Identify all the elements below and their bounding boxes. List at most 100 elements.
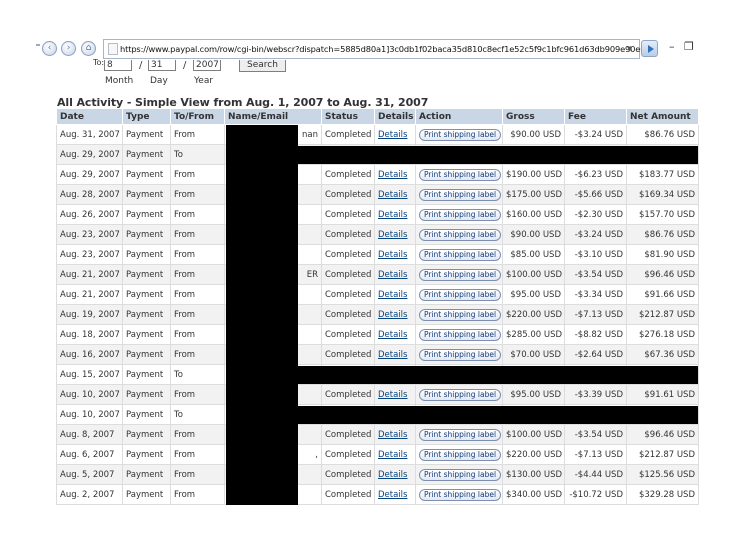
net-column-cell: $96.46 USD [626, 424, 699, 445]
back-arrow-icon[interactable]: ‹ [42, 41, 57, 56]
type-cell: Payment [126, 289, 164, 300]
fee-column-cell: -$5.66 USD [564, 184, 627, 205]
details-link[interactable]: Details [378, 170, 407, 180]
details-link[interactable]: Details [378, 490, 407, 500]
chevron-down-icon[interactable]: ▼ [627, 45, 632, 53]
details-link[interactable]: Details [378, 450, 407, 460]
column-header[interactable]: Date [56, 108, 123, 125]
print-shipping-label-button[interactable]: Print shipping label [419, 448, 502, 461]
column-header[interactable]: Type [122, 108, 171, 125]
column-header[interactable]: Net Amount [626, 108, 699, 125]
print-shipping-label-button[interactable]: Print shipping label [419, 188, 502, 201]
type-column-cell: Payment [122, 464, 171, 485]
net-amount-cell: $91.66 USD [644, 289, 695, 300]
date-column-cell: Aug. 28, 2007 [56, 184, 123, 205]
date-column-cell: Aug. 21, 2007 [56, 284, 123, 305]
page-icon [108, 43, 118, 55]
minimize-icon[interactable]: – [669, 40, 675, 53]
fee-column-cell: -$7.13 USD [564, 304, 627, 325]
month-input[interactable]: 8 [104, 60, 132, 71]
status-column-cell: Completed [321, 464, 375, 485]
print-shipping-label-button[interactable]: Print shipping label [419, 488, 502, 501]
restore-icon[interactable]: ❐ [684, 40, 694, 53]
gross-column-cell: $95.00 USD [502, 284, 565, 305]
print-shipping-label-button[interactable]: Print shipping label [419, 168, 502, 181]
column-header[interactable]: Status [321, 108, 375, 125]
fee-column-cell: -$3.24 USD [564, 124, 627, 145]
fee-cell: -$2.30 USD [574, 209, 623, 220]
tofrom-cell: From [174, 189, 196, 200]
status-cell: Completed [325, 489, 372, 500]
fee-cell: -$6.23 USD [574, 169, 623, 180]
column-header[interactable]: Gross [502, 108, 565, 125]
net-amount-cell: $81.90 USD [644, 249, 695, 260]
day-input[interactable]: 31 [148, 60, 176, 71]
gross-column-cell: $340.00 USD [502, 484, 565, 505]
tofrom-column-cell: From [170, 164, 225, 185]
action-column-cell: Print shipping label [415, 124, 503, 145]
tofrom-cell: From [174, 289, 196, 300]
tofrom-column-cell: From [170, 464, 225, 485]
details-link[interactable]: Details [378, 470, 407, 480]
address-bar[interactable]: https://www.paypal.com/row/cgi-bin/websc… [103, 39, 653, 59]
to-date-label: To: [93, 58, 105, 67]
status-cell: Completed [325, 189, 372, 200]
print-shipping-label-button[interactable]: Print shipping label [419, 128, 502, 141]
type-column-cell: Payment [122, 164, 171, 185]
print-shipping-label-button[interactable]: Print shipping label [419, 288, 502, 301]
print-shipping-label-button[interactable]: Print shipping label [419, 468, 502, 481]
print-shipping-label-button[interactable]: Print shipping label [419, 308, 502, 321]
type-column-cell: Payment [122, 384, 171, 405]
print-shipping-label-button[interactable]: Print shipping label [419, 268, 502, 281]
year-input[interactable]: 2007 [193, 60, 221, 71]
tofrom-cell: From [174, 329, 196, 340]
home-icon[interactable]: ⌂ [81, 41, 96, 56]
status-cell: Completed [325, 349, 372, 360]
tofrom-column-cell: From [170, 424, 225, 445]
print-shipping-label-button[interactable]: Print shipping label [419, 328, 502, 341]
type-cell: Payment [126, 329, 164, 340]
type-column-cell: Payment [122, 204, 171, 225]
table-row: Aug. 10, 2007 Payment From Completed Details… [56, 384, 699, 405]
details-link[interactable]: Details [378, 130, 407, 140]
details-link[interactable]: Details [378, 330, 407, 340]
print-shipping-label-button[interactable]: Print shipping label [419, 428, 502, 441]
action-column-cell: Print shipping label [415, 264, 503, 285]
details-link[interactable]: Details [378, 390, 407, 400]
print-shipping-label-button[interactable]: Print shipping label [419, 228, 502, 241]
details-link[interactable]: Details [378, 190, 407, 200]
details-link[interactable]: Details [378, 310, 407, 320]
table-row: Aug. 23, 2007 Payment From Completed Details… [56, 224, 699, 245]
date-column-cell: Aug. 15, 2007 [56, 364, 123, 385]
details-link[interactable]: Details [378, 270, 407, 280]
details-link[interactable]: Details [378, 230, 407, 240]
details-link[interactable]: Details [378, 290, 407, 300]
column-header[interactable]: Fee [564, 108, 627, 125]
status-column-cell: Completed [321, 424, 375, 445]
print-shipping-label-button[interactable]: Print shipping label [419, 388, 502, 401]
details-link[interactable]: Details [378, 210, 407, 220]
gross-column-cell: $190.00 USD [502, 164, 565, 185]
print-shipping-label-button[interactable]: Print shipping label [419, 348, 502, 361]
details-link[interactable]: Details [378, 350, 407, 360]
type-cell: Payment [126, 249, 164, 260]
column-header[interactable]: To/From [170, 108, 225, 125]
details-column-cell: Details [374, 244, 416, 265]
action-column-cell: Print shipping label [415, 224, 503, 245]
gross-cell: $130.00 USD [506, 469, 563, 480]
fee-column-cell: -$10.72 USD [564, 484, 627, 505]
details-link[interactable]: Details [378, 250, 407, 260]
column-header[interactable]: Name/Email [224, 108, 322, 125]
gross-column-cell: $100.00 USD [502, 264, 565, 285]
print-shipping-label-button[interactable]: Print shipping label [419, 248, 502, 261]
go-button[interactable] [641, 40, 658, 57]
year-label: Year [194, 76, 214, 86]
details-link[interactable]: Details [378, 430, 407, 440]
type-cell: Payment [126, 169, 164, 180]
tofrom-cell: From [174, 449, 196, 460]
print-shipping-label-button[interactable]: Print shipping label [419, 208, 502, 221]
search-button[interactable]: Search [239, 60, 286, 72]
date-cell: Aug. 28, 2007 [60, 189, 120, 200]
gross-column-cell: $85.00 USD [502, 244, 565, 265]
forward-arrow-icon[interactable]: › [61, 41, 76, 56]
